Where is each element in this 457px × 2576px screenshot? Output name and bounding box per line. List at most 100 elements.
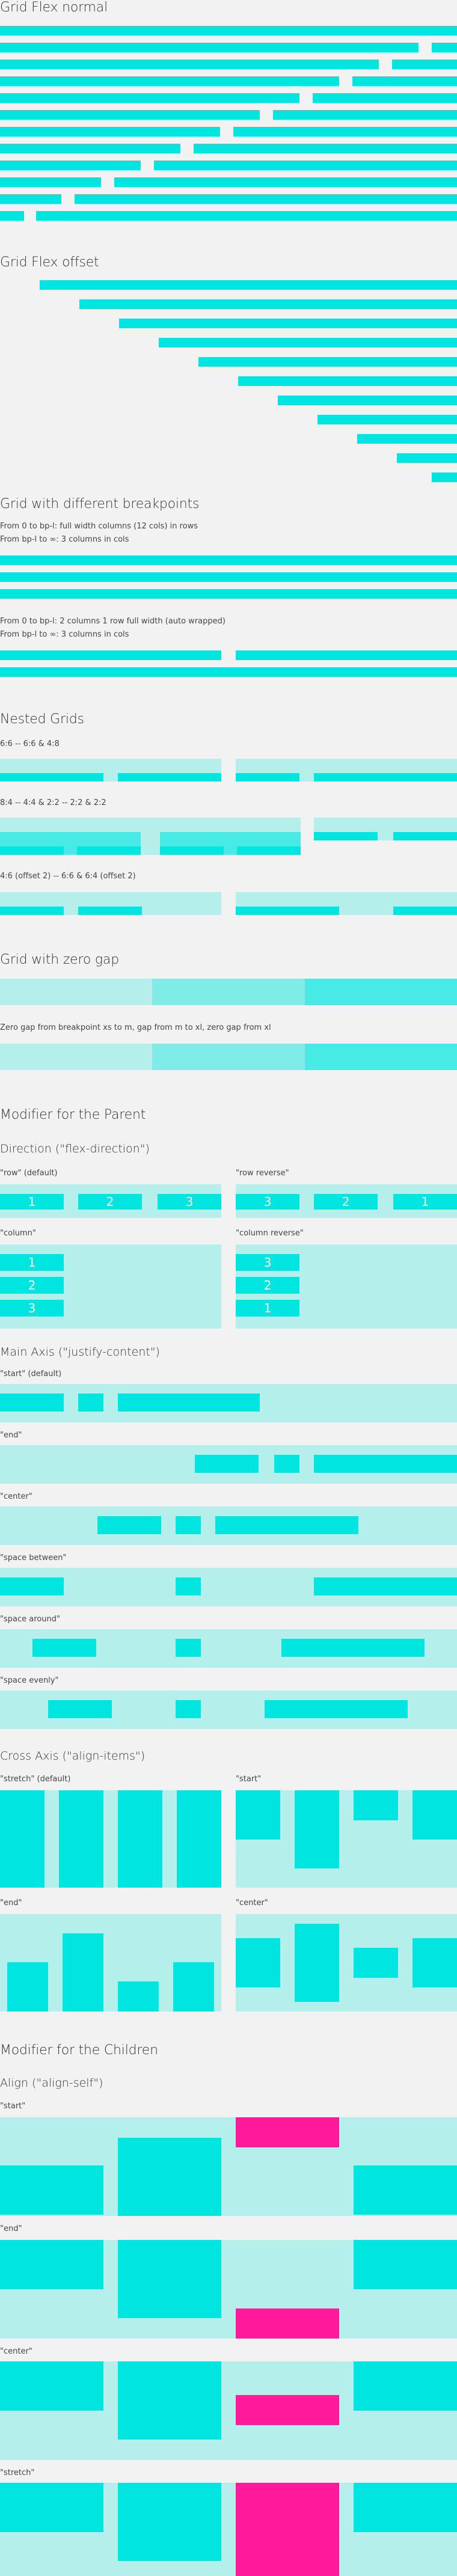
grid-col xyxy=(0,144,180,153)
nested-label: 4:6 (offset 2) -- 6:6 & 6:4 (offset 2) xyxy=(0,872,136,881)
zero-gap-col xyxy=(0,1044,152,1070)
nested-grandchild xyxy=(0,846,64,855)
nested-child xyxy=(0,773,103,782)
flex-item: 3 xyxy=(0,1300,64,1317)
zero-gap-col xyxy=(0,979,152,1005)
breakpoints-note: From 0 to bp-l: 2 columns 1 row full wid… xyxy=(0,617,225,626)
flex-item: 3 xyxy=(158,1194,221,1210)
flex-item xyxy=(118,2240,221,2318)
flex-item xyxy=(0,2361,103,2411)
flex-item: 2 xyxy=(314,1194,378,1210)
align-self-label: "end" xyxy=(0,2224,22,2233)
flex-item: 2 xyxy=(78,1194,142,1210)
flex-item xyxy=(176,1516,201,1534)
flex-item xyxy=(354,2483,457,2532)
cross-axis-label: "stretch" (default) xyxy=(0,1775,71,1784)
grid-col xyxy=(432,473,457,482)
zero-gap-col xyxy=(152,979,305,1005)
flex-item xyxy=(176,1577,201,1595)
flex-item xyxy=(0,2483,103,2532)
nested-child xyxy=(118,773,221,782)
section-title-zero-gap: Grid with zero gap xyxy=(0,952,119,967)
main-axis-label: "start" (default) xyxy=(0,1369,62,1378)
grid-col xyxy=(0,589,457,599)
nested-child xyxy=(78,907,142,915)
grid-col xyxy=(0,43,419,52)
nested-child xyxy=(314,832,378,840)
grid-col xyxy=(0,572,457,582)
main-axis-label: "end" xyxy=(0,1431,22,1440)
flex-item xyxy=(413,1790,457,1840)
subsection-title-align-self: Align ("align-self") xyxy=(0,2076,103,2090)
grid-col xyxy=(236,650,457,660)
section-title-grid-flex-normal: Grid Flex normal xyxy=(0,0,108,15)
grid-col xyxy=(392,60,457,69)
main-axis-label: "space around" xyxy=(0,1615,60,1624)
section-title-children-modifier: Modifier for the Children xyxy=(0,2043,158,2058)
grid-col xyxy=(357,434,457,444)
subsection-title-cross-axis: Cross Axis ("align-items") xyxy=(0,1749,146,1763)
flex-item xyxy=(118,2361,221,2440)
grid-col xyxy=(278,396,457,405)
nested-label: 8:4 -- 4:4 & 2:2 -- 2:2 & 2:2 xyxy=(0,798,106,807)
grid-col xyxy=(0,127,220,136)
flex-item xyxy=(97,1516,161,1534)
zero-gap-col xyxy=(305,979,457,1005)
grid-col xyxy=(40,280,457,290)
flex-item xyxy=(281,1639,425,1657)
flex-item xyxy=(118,1394,260,1412)
grid-col xyxy=(273,110,457,120)
flex-item: 1 xyxy=(236,1300,299,1317)
grid-col xyxy=(233,127,457,136)
grid-col xyxy=(194,144,457,153)
zero-gap-col xyxy=(305,1044,457,1070)
flex-item xyxy=(0,1577,64,1595)
zero-gap-col xyxy=(152,1044,305,1070)
grid-col xyxy=(0,211,24,221)
align-self-item xyxy=(236,2395,339,2425)
flex-item xyxy=(354,2361,457,2411)
flex-item xyxy=(7,1962,48,2012)
flex-item xyxy=(59,1790,103,1888)
section-title-breakpoints: Grid with different breakpoints xyxy=(0,497,200,512)
flex-item xyxy=(118,1981,159,2012)
grid-col xyxy=(154,161,457,170)
align-self-label: "stretch" xyxy=(0,2468,35,2477)
main-axis-label: "space evenly" xyxy=(0,1676,59,1685)
flex-item: 3 xyxy=(236,1254,299,1271)
nested-grandchild xyxy=(77,846,141,855)
nested-child xyxy=(393,907,457,915)
grid-col xyxy=(0,93,299,103)
nested-child xyxy=(236,907,339,915)
grid-col xyxy=(75,194,457,204)
grid-col xyxy=(397,453,457,463)
flex-item xyxy=(177,1790,221,1888)
flex-item xyxy=(354,2240,457,2289)
breakpoints-note: From bp-l to ∞: 3 columns in cols xyxy=(0,535,129,544)
direction-label-column: "column" xyxy=(0,1229,36,1238)
grid-col xyxy=(0,667,457,677)
align-self-label: "start" xyxy=(0,2102,26,2111)
grid-col xyxy=(317,415,457,424)
flex-item: 3 xyxy=(236,1194,299,1210)
section-title-grid-flex-offset: Grid Flex offset xyxy=(0,255,99,270)
align-self-item xyxy=(236,2117,339,2147)
section-title-parent-modifier: Modifier for the Parent xyxy=(0,1107,146,1122)
flex-item xyxy=(176,1639,201,1657)
grid-col xyxy=(0,60,379,69)
grid-col xyxy=(114,177,457,187)
flex-item xyxy=(314,1455,457,1473)
cross-axis-label: "start" xyxy=(236,1775,262,1784)
flex-item xyxy=(118,1790,162,1888)
grid-col xyxy=(79,299,457,309)
cross-axis-label: "end" xyxy=(0,1898,22,1908)
flex-item xyxy=(0,1394,64,1412)
direction-label-row: "row" (default) xyxy=(0,1169,58,1178)
grid-col xyxy=(0,161,141,170)
grid-col xyxy=(0,555,457,565)
grid-col xyxy=(0,76,339,86)
flex-item: 1 xyxy=(0,1194,64,1210)
flex-item: 2 xyxy=(0,1277,64,1294)
flex-item xyxy=(265,1700,408,1718)
flex-item xyxy=(295,1924,339,2002)
